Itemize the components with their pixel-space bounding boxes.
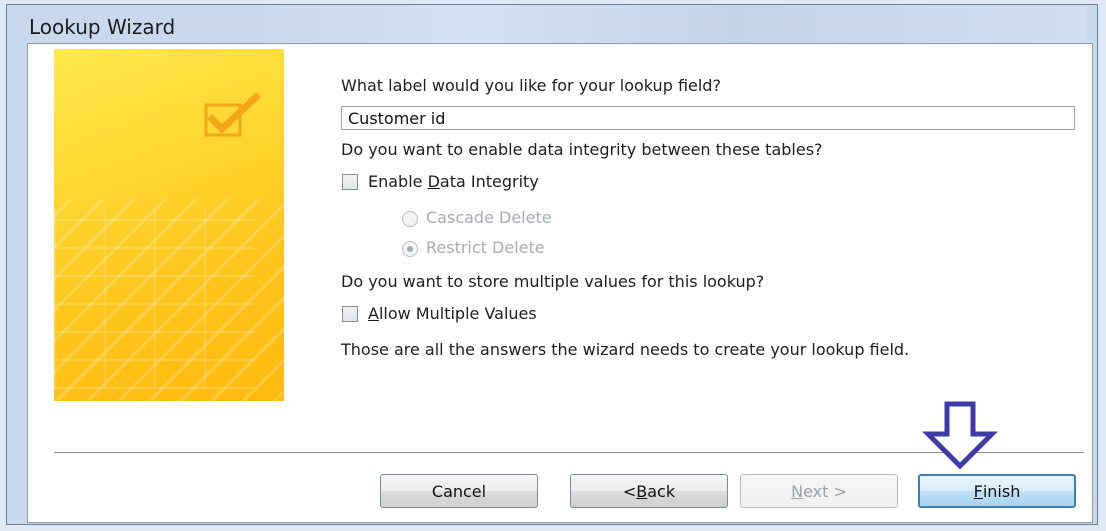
window-title: Lookup Wizard [29,15,176,39]
down-arrow-icon [922,401,998,470]
enable-data-integrity-checkbox[interactable] [342,174,358,190]
allow-multiple-values-label[interactable]: Allow Multiple Values [368,304,537,323]
wizard-window: Lookup Wizard What label would you like … [6,4,1098,525]
label-prompt: What label would you like for your looku… [341,76,721,95]
restrict-delete-radio[interactable] [402,241,418,257]
wizard-content: What label would you like for your looku… [27,43,1093,523]
multi-values-prompt: Do you want to store multiple values for… [341,272,765,291]
checkbox-check-icon [204,93,261,137]
background-ribbon-blur [207,5,1087,43]
allow-multiple-values-checkbox[interactable] [342,306,358,322]
enable-data-integrity-label[interactable]: Enable Data Integrity [368,172,539,191]
integrity-prompt: Do you want to enable data integrity bet… [341,140,823,159]
cascade-delete-radio[interactable] [402,211,418,227]
cascade-delete-label: Cascade Delete [426,208,552,227]
finish-button[interactable]: Finish [918,474,1076,508]
final-note: Those are all the answers the wizard nee… [341,340,910,359]
lookup-label-input[interactable] [341,106,1075,130]
next-button[interactable]: Next > [740,474,898,508]
cancel-button[interactable]: Cancel [380,474,538,508]
back-button[interactable]: < Back [570,474,728,508]
wizard-banner [54,49,284,443]
restrict-delete-label: Restrict Delete [426,238,545,257]
